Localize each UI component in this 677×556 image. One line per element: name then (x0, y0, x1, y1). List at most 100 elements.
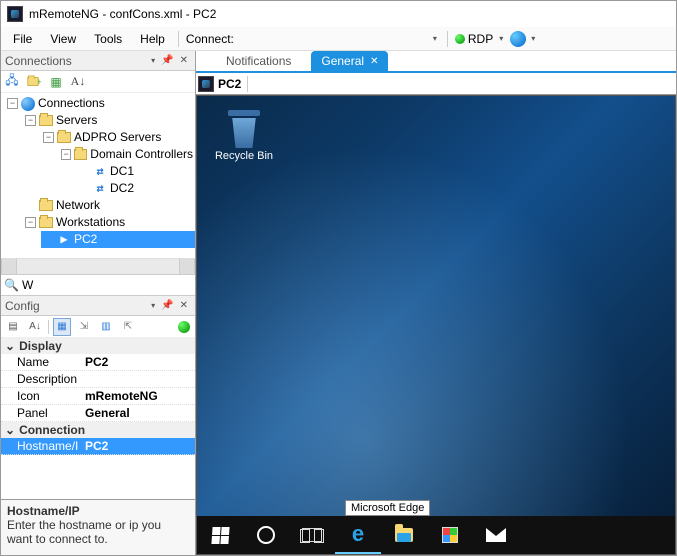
chevron-down-icon[interactable]: ⌄ (5, 339, 15, 353)
cfg-sort-icon[interactable]: A↓ (26, 318, 44, 336)
tree-label: ADPRO Servers (74, 129, 161, 146)
help-text: Enter the hostname or ip you want to con… (7, 518, 189, 546)
task-view-button[interactable] (289, 516, 335, 554)
task-view-icon (302, 528, 322, 542)
taskbar-mail[interactable] (473, 516, 519, 554)
tree-label: Workstations (56, 214, 125, 231)
start-button[interactable] (197, 516, 243, 554)
tree-folder-adpro[interactable]: − ADPRO Servers (41, 129, 195, 146)
menu-file[interactable]: File (5, 30, 40, 48)
connections-pane-header: Connections ▾ 📌 ✕ (1, 51, 195, 71)
desktop-recycle-bin[interactable]: Recycle Bin (209, 108, 279, 162)
prop-value[interactable]: PC2 (81, 438, 195, 454)
tree-folder-network[interactable]: Network (23, 197, 195, 214)
config-pane-pin-icon[interactable]: 📌 (158, 300, 176, 311)
folder-icon (39, 115, 53, 126)
globe-icon (21, 97, 35, 111)
tree-label: Servers (56, 112, 97, 129)
tree-search-row: 🔍 W (1, 274, 195, 296)
tree-search-input[interactable]: W (22, 278, 192, 292)
prop-row-name[interactable]: Name PC2 (1, 354, 195, 371)
taskbar-explorer[interactable] (381, 516, 427, 554)
cfg-default-props-icon[interactable]: ▥ (97, 318, 115, 336)
titlebar: mRemoteNG - confCons.xml - PC2 (1, 1, 676, 27)
expand-icon[interactable]: − (7, 98, 18, 109)
desktop-icon-label: Recycle Bin (209, 150, 279, 162)
cfg-categorized-icon[interactable]: ▤ (4, 318, 22, 336)
property-grid[interactable]: ⌄ Display Name PC2 Description Icon mRem… (1, 338, 195, 499)
config-pane-close-icon[interactable]: ✕ (177, 300, 191, 311)
prop-value[interactable] (81, 371, 195, 387)
connections-pane-pin-icon[interactable]: 📌 (158, 55, 176, 66)
remote-taskbar[interactable]: e (197, 516, 675, 554)
tree-hscrollbar[interactable] (1, 258, 195, 274)
tree-folder-workstations[interactable]: − Workstations (23, 214, 195, 231)
cfg-inheritance-icon[interactable]: ⇲ (75, 318, 93, 336)
connections-pane-title: Connections (5, 54, 72, 68)
prop-row-icon[interactable]: Icon mRemoteNG (1, 388, 195, 405)
tree-label: PC2 (74, 231, 97, 248)
sort-icon[interactable]: A↓ (70, 74, 86, 90)
tree-label: Network (56, 197, 100, 214)
config-pane-menu[interactable]: ▾ (148, 301, 158, 310)
connections-tree[interactable]: − Connections − Servers (1, 93, 195, 258)
connections-pane-close-icon[interactable]: ✕ (177, 55, 191, 66)
menu-tools[interactable]: Tools (86, 30, 130, 48)
recycle-bin-icon (224, 108, 264, 148)
protocol-dropdown[interactable]: RDP ▾ (455, 32, 506, 46)
prop-value[interactable]: PC2 (81, 354, 195, 370)
tree-folder-servers[interactable]: − Servers (23, 112, 195, 129)
folder-icon (39, 217, 53, 228)
tree-label: Domain Controllers (90, 146, 193, 163)
prop-row-description[interactable]: Description (1, 371, 195, 388)
chevron-down-icon[interactable]: ⌄ (5, 423, 15, 437)
cfg-default-inheritance-icon[interactable]: ⇱ (119, 318, 137, 336)
prop-value[interactable]: mRemoteNG (81, 388, 195, 404)
quick-connect-host-dropdown[interactable] (246, 30, 426, 48)
expand-icon[interactable]: − (25, 217, 36, 228)
config-pane-title: Config (5, 299, 40, 313)
connection-icon: ⇄ (93, 180, 107, 197)
expand-icon[interactable]: − (43, 132, 54, 143)
view-icon[interactable]: ▦ (48, 74, 64, 90)
prop-row-panel[interactable]: Panel General (1, 405, 195, 422)
window-title: mRemoteNG - confCons.xml - PC2 (29, 7, 216, 21)
taskbar-edge[interactable]: e (335, 516, 381, 554)
tab-notifications[interactable]: Notifications (216, 51, 301, 71)
connections-pane-menu[interactable]: ▾ (148, 56, 158, 65)
new-folder-icon[interactable]: + (26, 74, 42, 90)
tab-close-icon[interactable]: ✕ (370, 56, 378, 67)
tab-general[interactable]: General ✕ (311, 51, 388, 71)
tab-strip: Notifications General ✕ (196, 51, 676, 73)
category-label: Connection (19, 423, 85, 437)
prop-row-hostname[interactable]: Hostname/I PC2 (1, 438, 195, 455)
expand-icon[interactable]: − (61, 149, 71, 160)
prop-name: Description (1, 371, 81, 387)
expand-icon[interactable]: − (25, 115, 36, 126)
quick-connect-host-arrow[interactable]: ▾ (430, 34, 440, 43)
tab-label: Notifications (226, 54, 291, 68)
tree-connection-pc2[interactable]: ▶ PC2 (41, 231, 195, 248)
prop-value[interactable]: General (81, 405, 195, 421)
tree-root-connections[interactable]: − Connections (5, 95, 195, 112)
tree-label: DC1 (110, 163, 134, 180)
file-explorer-icon (395, 528, 413, 542)
cfg-props-icon[interactable]: ▦ (53, 318, 71, 336)
prop-category-display[interactable]: ⌄ Display (1, 338, 195, 354)
tree-folder-domain-controllers[interactable]: − Domain Controllers (59, 146, 195, 163)
connections-toolbar: 🖧 + ▦ A↓ (1, 71, 195, 93)
menu-view[interactable]: View (42, 30, 84, 48)
remote-desktop-view[interactable]: Recycle Bin Microsoft Edge e (196, 95, 676, 555)
menubar: File View Tools Help Connect: ▾ RDP ▾ ▾ (1, 27, 676, 51)
menu-help[interactable]: Help (132, 30, 173, 48)
tree-connection-dc1[interactable]: ⇄ DC1 (77, 163, 195, 180)
help-title: Hostname/IP (7, 504, 189, 518)
tab-label: General (321, 54, 364, 68)
category-label: Display (19, 339, 62, 353)
prop-category-connection[interactable]: ⌄ Connection (1, 422, 195, 438)
connect-globe-button[interactable]: ▾ (510, 31, 538, 47)
tree-connection-dc2[interactable]: ⇄ DC2 (77, 180, 195, 197)
cortana-search[interactable] (243, 516, 289, 554)
taskbar-store[interactable] (427, 516, 473, 554)
new-connection-icon[interactable]: 🖧 (4, 74, 20, 90)
